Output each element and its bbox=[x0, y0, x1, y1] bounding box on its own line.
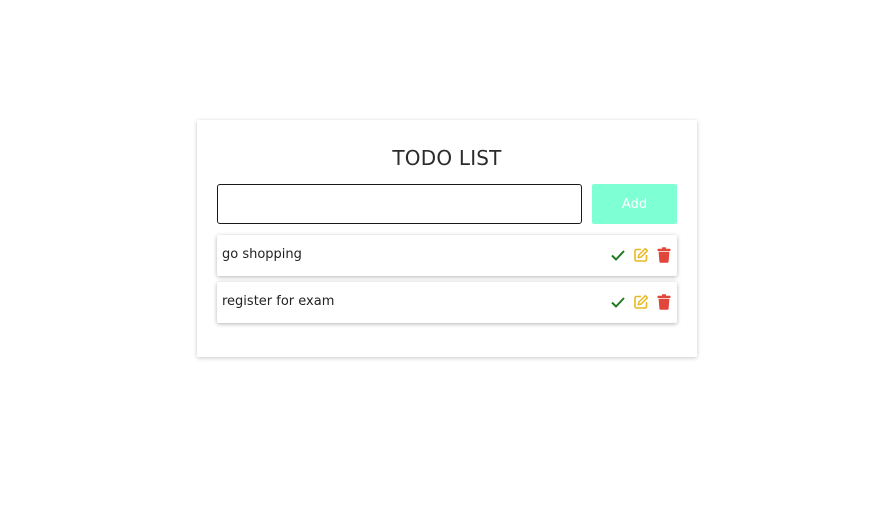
todo-item-actions bbox=[604, 246, 673, 264]
page-title: TODO LIST bbox=[392, 146, 502, 170]
todo-item: go shopping bbox=[217, 235, 677, 276]
check-icon[interactable] bbox=[609, 293, 627, 311]
todo-item-actions bbox=[604, 293, 673, 311]
trash-icon[interactable] bbox=[655, 293, 673, 311]
todo-item-label: go shopping bbox=[222, 247, 302, 262]
edit-icon[interactable] bbox=[632, 293, 650, 311]
edit-icon[interactable] bbox=[632, 246, 650, 264]
check-icon[interactable] bbox=[609, 246, 627, 264]
todo-card: TODO LIST Add go shopping register for e… bbox=[197, 120, 697, 357]
todo-item-label: register for exam bbox=[222, 294, 335, 309]
add-button[interactable]: Add bbox=[592, 184, 677, 224]
todo-input[interactable] bbox=[217, 184, 582, 224]
trash-icon[interactable] bbox=[655, 246, 673, 264]
todo-item: register for exam bbox=[217, 282, 677, 323]
